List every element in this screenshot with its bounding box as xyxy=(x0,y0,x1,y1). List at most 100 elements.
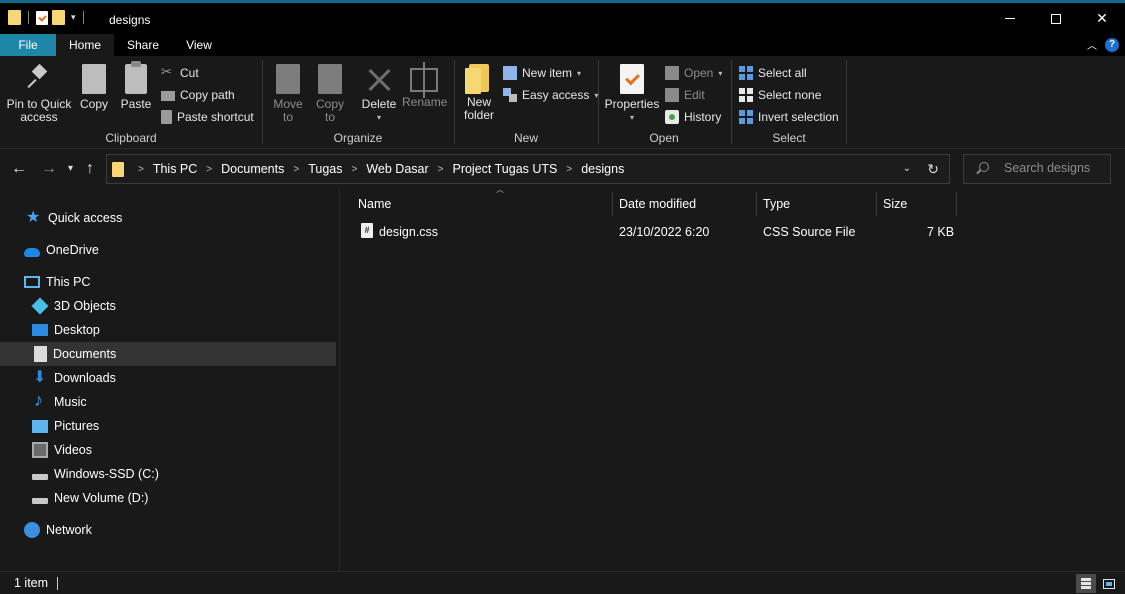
nav-item-label: Videos xyxy=(54,443,92,457)
select-all-icon xyxy=(739,66,753,80)
nav-item-onedrive[interactable]: OneDrive xyxy=(0,238,336,262)
tab-home[interactable]: Home xyxy=(56,34,114,56)
nav-item-desktop[interactable]: Desktop xyxy=(0,318,336,342)
properties-button[interactable]: Properties ▾ xyxy=(603,64,661,124)
minimize-button[interactable] xyxy=(987,3,1033,34)
breadcrumb-project-tugas-uts[interactable]: Project Tugas UTS xyxy=(452,162,557,176)
search-input[interactable] xyxy=(1004,161,1104,175)
new-item-label: New item xyxy=(522,66,573,80)
history-icon xyxy=(665,110,679,124)
breadcrumb-this-pc[interactable]: This PC xyxy=(153,162,197,176)
download-arrow-icon xyxy=(32,367,48,387)
column-header-label: Date modified xyxy=(619,197,697,211)
customize-toolbar-chevron-down-icon[interactable]: ▾ xyxy=(71,12,76,23)
column-divider[interactable] xyxy=(876,192,877,216)
large-icons-view-button[interactable] xyxy=(1099,574,1119,593)
breadcrumb-documents[interactable]: Documents xyxy=(221,162,284,176)
recent-locations-chevron-down-icon[interactable]: ▾ xyxy=(68,163,73,174)
column-header-size[interactable]: Size xyxy=(883,192,957,216)
breadcrumb-chevron-right-icon[interactable]: > xyxy=(206,164,212,175)
paste-shortcut-button[interactable]: Paste shortcut xyxy=(161,110,254,124)
nav-item-music[interactable]: Music xyxy=(0,390,336,414)
tab-share[interactable]: Share xyxy=(114,34,172,56)
history-button[interactable]: History xyxy=(665,110,721,124)
minimize-icon xyxy=(1005,18,1015,19)
copy-path-button[interactable]: Copy path xyxy=(161,88,235,102)
breadcrumb-chevron-right-icon[interactable]: > xyxy=(138,164,144,175)
edit-button[interactable]: Edit xyxy=(665,88,705,102)
computer-icon xyxy=(24,276,40,288)
nav-item-label: Pictures xyxy=(54,419,100,433)
easy-access-button[interactable]: Easy access ▾ xyxy=(503,88,598,102)
details-view-button[interactable] xyxy=(1076,574,1096,593)
move-to-button[interactable]: Move to xyxy=(271,64,305,124)
nav-item-this-pc[interactable]: This PC xyxy=(0,270,336,294)
paste-button[interactable]: Paste xyxy=(119,61,153,111)
tab-file[interactable]: File xyxy=(0,34,56,56)
new-item-button[interactable]: New item ▾ xyxy=(503,66,581,80)
maximize-icon xyxy=(1051,13,1061,24)
address-bar[interactable]: > This PC > Documents > Tugas > Web Dasa… xyxy=(106,154,950,184)
nav-item-documents[interactable]: Documents xyxy=(0,342,336,366)
ribbon: Pin to Quick access Copy Paste Cut Copy … xyxy=(0,56,1125,149)
rename-button[interactable]: Rename xyxy=(402,62,447,109)
column-header-date-modified[interactable]: Date modified xyxy=(619,192,757,216)
column-header-type[interactable]: Type xyxy=(763,192,877,216)
breadcrumb-chevron-right-icon[interactable]: > xyxy=(293,164,299,175)
breadcrumb-chevron-right-icon[interactable]: > xyxy=(352,164,358,175)
nav-item-drive-c[interactable]: Windows-SSD (C:) xyxy=(0,462,336,486)
column-header-name[interactable]: ︿ Name xyxy=(358,185,612,216)
nav-item-drive-d[interactable]: New Volume (D:) xyxy=(0,486,336,510)
forward-arrow-icon[interactable]: → xyxy=(41,160,57,178)
nav-item-label: This PC xyxy=(46,275,91,289)
up-arrow-icon[interactable]: ↑ xyxy=(86,160,94,178)
delete-button[interactable]: Delete ▾ xyxy=(360,64,398,124)
copy-button[interactable]: Copy xyxy=(78,64,110,111)
select-all-button[interactable]: Select all xyxy=(739,66,807,80)
nav-item-downloads[interactable]: Downloads xyxy=(0,366,336,390)
back-arrow-icon[interactable]: ← xyxy=(11,160,27,178)
properties-quick-icon[interactable] xyxy=(36,10,48,25)
select-none-label: Select none xyxy=(758,88,822,102)
help-icon[interactable]: ? xyxy=(1105,37,1119,52)
select-none-button[interactable]: Select none xyxy=(739,88,821,102)
select-group: Select all Select none Invert selection … xyxy=(732,58,846,148)
copy-path-icon xyxy=(161,91,175,101)
search-box[interactable] xyxy=(963,154,1111,184)
new-folder-button[interactable]: New folder xyxy=(461,64,497,122)
breadcrumb-web-dasar[interactable]: Web Dasar xyxy=(366,162,428,176)
collapse-ribbon-chevron-up-icon[interactable]: ︿ xyxy=(1087,37,1097,52)
move-to-icon xyxy=(276,64,300,94)
cut-button[interactable]: Cut xyxy=(161,64,199,80)
nav-item-network[interactable]: Network xyxy=(0,518,336,542)
breadcrumb-designs[interactable]: designs xyxy=(581,162,624,176)
breadcrumb-tugas[interactable]: Tugas xyxy=(308,162,342,176)
refresh-icon[interactable]: ↻ xyxy=(927,161,939,178)
nav-item-videos[interactable]: Videos xyxy=(0,438,336,462)
copy-to-button[interactable]: Copy to xyxy=(313,64,347,124)
nav-item-3d-objects[interactable]: 3D Objects xyxy=(0,294,336,318)
column-divider[interactable] xyxy=(956,192,957,216)
new-folder-label-line2: folder xyxy=(463,108,495,122)
column-divider[interactable] xyxy=(756,192,757,216)
breadcrumb-chevron-right-icon[interactable]: > xyxy=(566,164,572,175)
table-row[interactable]: # design.css 23/10/2022 6:20 CSS Source … xyxy=(349,220,1109,244)
nav-item-quick-access[interactable]: Quick access xyxy=(0,206,336,230)
address-history-chevron-down-icon[interactable]: ⌄ xyxy=(903,163,911,174)
sort-chevron-up-icon: ︿ xyxy=(496,185,504,194)
maximize-button[interactable] xyxy=(1033,3,1079,34)
invert-selection-button[interactable]: Invert selection xyxy=(739,110,839,124)
pin-icon xyxy=(28,64,50,94)
breadcrumb-chevron-right-icon[interactable]: > xyxy=(438,164,444,175)
nav-item-pictures[interactable]: Pictures xyxy=(0,414,336,438)
open-button[interactable]: Open ▾ xyxy=(665,66,722,80)
delete-label: Delete xyxy=(361,97,397,111)
tab-view[interactable]: View xyxy=(172,34,226,56)
close-button[interactable]: ✕ xyxy=(1079,3,1125,34)
column-divider[interactable] xyxy=(612,192,613,216)
open-icon xyxy=(665,66,679,80)
new-item-chevron-down-icon: ▾ xyxy=(577,68,582,78)
pin-to-quick-access-button[interactable]: Pin to Quick access xyxy=(6,64,72,124)
nav-item-label: Documents xyxy=(53,347,117,361)
new-folder-quick-icon[interactable] xyxy=(52,10,65,25)
